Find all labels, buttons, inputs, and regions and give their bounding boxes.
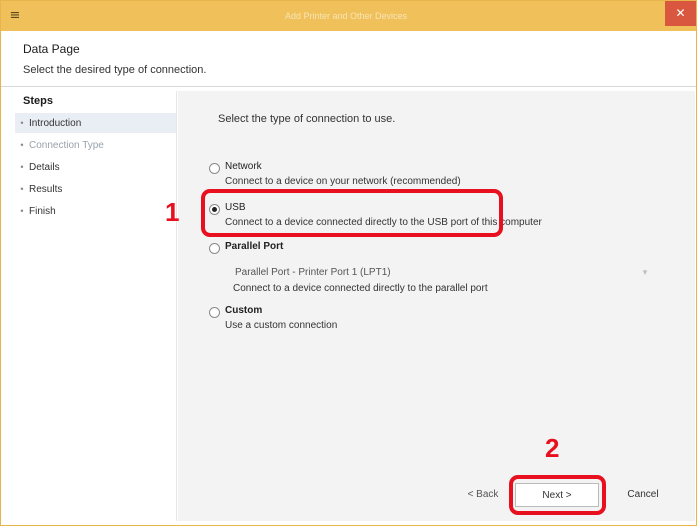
wizard-window: ≡ Add Printer and Other Devices ✕ Data P…: [0, 0, 697, 526]
sidebar-item-results[interactable]: • Results: [15, 179, 176, 199]
chevron-down-icon: ▾: [642, 268, 648, 278]
steps-sidebar: Steps • Introduction • Connection Type • De…: [15, 91, 177, 521]
option-network-title: Network: [225, 161, 262, 172]
option-custom-desc: Use a custom connection: [225, 320, 338, 331]
port-select-value: Parallel Port - Printer Port 1 (LPT1): [235, 267, 391, 278]
radio-parallel-port[interactable]: [209, 243, 220, 254]
bullet-icon: •: [20, 118, 24, 128]
sidebar-item-label: Introduction: [29, 118, 82, 129]
sidebar-item-finish[interactable]: • Finish: [15, 201, 176, 221]
sidebar-item-connection-type[interactable]: • Connection Type: [15, 135, 176, 155]
page-title: Data Page: [23, 42, 80, 56]
option-network-desc: Connect to a device on your network (rec…: [225, 176, 461, 187]
radio-network[interactable]: [209, 163, 220, 174]
cancel-button[interactable]: Cancel: [613, 483, 673, 507]
bullet-icon: •: [20, 140, 24, 150]
step-callout-1: 1: [165, 197, 180, 227]
option-custom-title: Custom: [225, 305, 263, 316]
app-menu-icon[interactable]: ≡: [7, 8, 23, 24]
window-title: Add Printer and Other Devices: [284, 11, 408, 21]
option-parallel-title: Parallel Port: [225, 241, 284, 252]
step-callout-2: 2: [545, 433, 560, 463]
bullet-icon: •: [20, 184, 24, 194]
sidebar-item-label: Details: [29, 162, 60, 173]
sidebar-item-label: Finish: [29, 206, 56, 217]
sidebar-item-label: Connection Type: [29, 140, 104, 151]
highlight-usb-option: [201, 189, 503, 237]
highlight-next-button: [509, 475, 606, 515]
close-button[interactable]: ✕: [665, 1, 696, 26]
radio-custom[interactable]: [209, 307, 220, 318]
question-text: Select the type of connection to use.: [218, 113, 396, 125]
close-icon: ✕: [675, 6, 686, 20]
back-button[interactable]: < Back: [456, 483, 510, 507]
sidebar-item-details[interactable]: • Details: [15, 157, 176, 177]
sidebar-heading: Steps: [23, 95, 53, 107]
sidebar-item-label: Results: [29, 184, 63, 195]
port-select[interactable]: Parallel Port - Printer Port 1 (LPT1) ▾: [225, 265, 653, 281]
option-parallel-desc: Connect to a device connected directly t…: [233, 283, 488, 294]
title-bar[interactable]: ≡ Add Printer and Other Devices ✕: [1, 1, 696, 31]
sidebar-item-introduction[interactable]: • Introduction: [15, 113, 176, 133]
bullet-icon: •: [20, 206, 24, 216]
bullet-icon: •: [20, 162, 24, 172]
page-subtitle: Select the desired type of connection.: [23, 64, 207, 76]
wizard-header: Data Page Select the desired type of con…: [1, 31, 696, 87]
